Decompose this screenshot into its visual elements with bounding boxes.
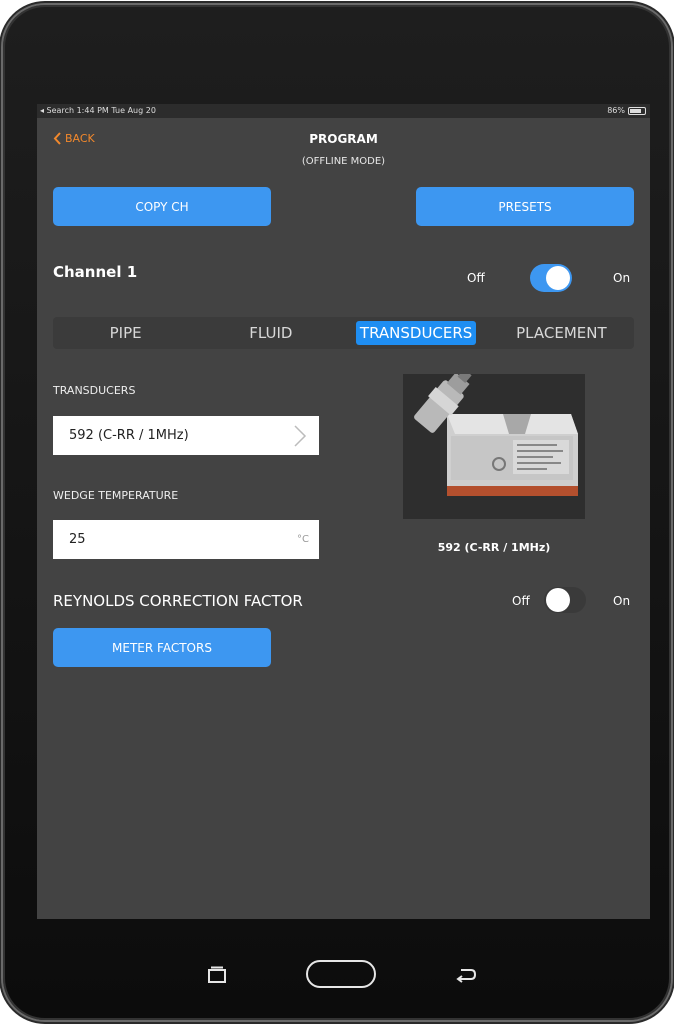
home-button[interactable] <box>306 960 376 988</box>
transducer-image <box>403 368 585 519</box>
copy-channel-button[interactable]: COPY CH <box>53 187 271 226</box>
transducer-illustration <box>403 368 585 519</box>
back-arrow-icon[interactable] <box>455 966 477 984</box>
battery-icon <box>628 107 646 115</box>
page-subtitle: (OFFLINE MODE) <box>301 156 386 167</box>
segmented-tabs: PIPE FLUID TRANSDUCERS PLACEMENT <box>53 317 634 349</box>
wedge-temperature-label: WEDGE TEMPERATURE <box>53 489 179 502</box>
transducer-select[interactable]: 592 (C-RR / 1MHz) <box>53 416 319 455</box>
chevron-right-icon <box>294 425 307 447</box>
tab-pipe[interactable]: PIPE <box>53 317 198 349</box>
app-screen: ◂ Search 1:44 PM Tue Aug 20 86% BACK PRO… <box>37 104 650 919</box>
transducers-label: TRANSDUCERS <box>53 384 136 397</box>
battery-percent: 86% <box>607 106 625 115</box>
status-left: ◂ Search 1:44 PM Tue Aug 20 <box>40 106 156 115</box>
reynolds-off-label: Off <box>512 594 530 608</box>
recent-apps-icon[interactable] <box>206 966 228 984</box>
channel-on-label: On <box>613 271 631 285</box>
tab-placement[interactable]: PLACEMENT <box>489 317 634 349</box>
channel-off-label: Off <box>467 271 485 285</box>
toggle-knob <box>546 588 570 612</box>
wedge-temperature-value: 25 <box>69 532 86 547</box>
meter-factors-button[interactable]: METER FACTORS <box>53 628 271 667</box>
channel-toggle[interactable] <box>530 264 572 292</box>
tab-fluid[interactable]: FLUID <box>198 317 343 349</box>
page-title: PROGRAM <box>309 132 378 146</box>
wedge-temperature-input[interactable]: 25 °C <box>53 520 319 559</box>
transducer-value: 592 (C-RR / 1MHz) <box>69 428 189 443</box>
channel-title: Channel 1 <box>53 263 138 281</box>
transducer-image-caption: 592 (C-RR / 1MHz) <box>437 541 551 554</box>
temperature-unit: °C <box>297 534 309 545</box>
toggle-knob <box>546 266 570 290</box>
presets-button[interactable]: PRESETS <box>416 187 634 226</box>
reynolds-toggle[interactable] <box>544 587 586 613</box>
status-right: 86% <box>607 104 646 118</box>
tab-transducers[interactable]: TRANSDUCERS <box>344 317 489 349</box>
status-bar: ◂ Search 1:44 PM Tue Aug 20 86% <box>37 104 650 118</box>
reynolds-label: REYNOLDS CORRECTION FACTOR <box>53 592 303 610</box>
reynolds-on-label: On <box>613 594 631 608</box>
